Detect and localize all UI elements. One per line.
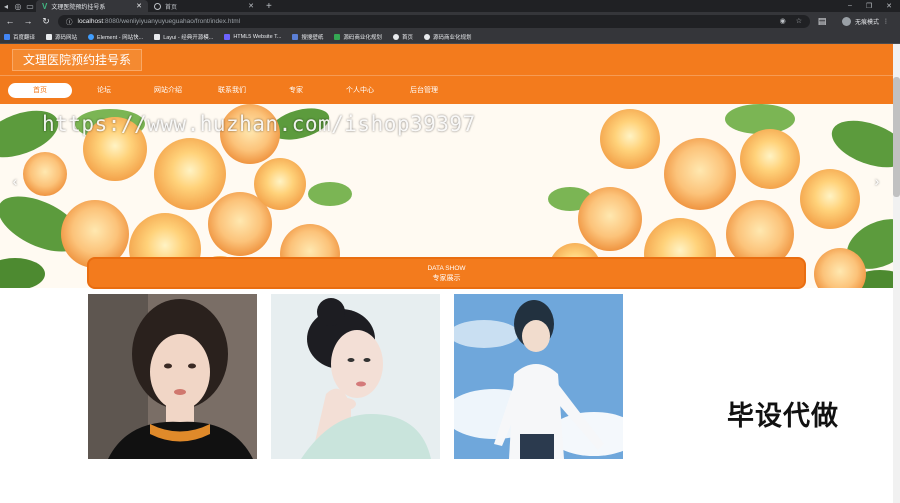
site-info-icon[interactable]: ⓘ xyxy=(66,16,73,26)
url-host: localhost xyxy=(77,17,104,25)
tab-home[interactable]: 首页 ✕ xyxy=(148,0,260,12)
browser-toolbar: ← → ↻ ⓘ localhost:8080/wenliyiyuanyuyueg… xyxy=(0,12,900,30)
browser-window-icon[interactable]: ▭ xyxy=(24,0,36,12)
tab-close-icon[interactable]: ✕ xyxy=(248,2,254,10)
wallpaper-icon xyxy=(292,33,299,40)
expert-photo xyxy=(454,294,623,459)
new-tab-button[interactable]: + xyxy=(260,1,278,12)
minimize-icon[interactable]: – xyxy=(848,2,852,10)
bookmark-item[interactable]: 首页 xyxy=(392,33,413,41)
vue-logo-icon: V xyxy=(42,1,48,11)
incognito-eye-icon[interactable]: ◉ xyxy=(780,17,786,25)
bookmark-icon xyxy=(4,33,10,40)
bookmark-item[interactable]: 源码网站 xyxy=(46,33,77,41)
tab-search-icon[interactable]: ◂ xyxy=(0,0,12,12)
bookmark-item[interactable]: HTML5 Website T... xyxy=(224,33,281,40)
bookmark-icon xyxy=(334,33,341,40)
tab-title: 文理医院预约挂号系 xyxy=(51,4,106,11)
forward-icon[interactable]: → xyxy=(22,16,34,26)
site-title: 文理医院预约挂号系 xyxy=(12,49,143,71)
layui-logo-icon xyxy=(154,33,161,40)
bookmark-item[interactable]: 源码商业化规划 xyxy=(334,33,382,41)
section-title-cn: 专家展示 xyxy=(432,275,461,282)
expert-photo xyxy=(88,294,257,459)
html5-icon xyxy=(224,33,231,40)
incognito-avatar-icon xyxy=(842,16,851,26)
nav-about[interactable]: 网站介绍 xyxy=(136,83,200,98)
bookmark-item[interactable]: 搜搜壁纸 xyxy=(292,33,323,41)
bookmark-item[interactable]: 源码商业化规划 xyxy=(423,33,471,41)
globe-icon xyxy=(154,2,161,10)
corner-stamp-text: 毕设代做 xyxy=(727,401,839,431)
profile-label: 无痕模式 xyxy=(855,19,880,26)
nav-home[interactable]: 首页 xyxy=(8,82,72,98)
section-heading: DATA SHOW 专家展示 xyxy=(87,257,806,289)
bookmarks-bar: 百度翻译 源码网站 Element - 网站快... Layui - 经典开源模… xyxy=(0,30,900,44)
expert-photo xyxy=(271,294,440,459)
back-icon[interactable]: ← xyxy=(4,16,16,26)
bookmark-icon xyxy=(46,33,53,40)
section-title-en: DATA SHOW xyxy=(427,265,466,272)
restore-icon[interactable]: ❐ xyxy=(866,2,872,10)
site-header: 文理医院预约挂号系 xyxy=(0,44,900,75)
menu-kebab-icon[interactable]: ⋮ xyxy=(883,18,889,25)
scrollbar-thumb[interactable] xyxy=(893,77,900,197)
nav-profile[interactable]: 个人中心 xyxy=(328,83,392,98)
globe-icon xyxy=(392,33,399,40)
nav-admin[interactable]: 后台管理 xyxy=(392,83,456,98)
profile-button[interactable]: 无痕模式 ⋮ xyxy=(842,16,889,26)
tab-title: 首页 xyxy=(165,4,178,11)
reload-icon[interactable]: ↻ xyxy=(40,16,52,27)
expert-card[interactable] xyxy=(454,294,623,459)
expert-card[interactable] xyxy=(88,294,257,459)
nav-forum[interactable]: 论坛 xyxy=(72,83,136,98)
browser-tab-strip: ◂ ◎ ▭ V 文理医院预约挂号系 ✕ 首页 ✕ + – ❐ ✕ xyxy=(0,0,900,12)
address-bar[interactable]: ⓘ localhost:8080/wenliyiyuanyuyueguahao/… xyxy=(58,14,810,28)
tab-close-icon[interactable]: ✕ xyxy=(136,2,142,10)
url-path: :8080/wenliyiyuanyuyueguahao/front/index… xyxy=(103,17,241,25)
tab-active[interactable]: V 文理医院预约挂号系 ✕ xyxy=(36,0,148,12)
nav-experts[interactable]: 专家 xyxy=(264,83,328,98)
main-nav: 首页 论坛 网站介绍 联系我们 专家 个人中心 后台管理 xyxy=(0,75,900,104)
bookmark-item[interactable]: 百度翻译 xyxy=(4,33,35,41)
bookmark-item[interactable]: Element - 网站快... xyxy=(88,33,143,41)
bookmark-item[interactable]: Layui - 经典开源模... xyxy=(154,33,213,41)
element-logo-icon xyxy=(88,33,95,40)
window-controls: – ❐ ✕ xyxy=(848,2,900,10)
reading-list-icon[interactable]: ▤ xyxy=(816,16,828,27)
bookmark-star-icon[interactable]: ☆ xyxy=(796,17,802,25)
carousel-prev-icon[interactable]: ‹ xyxy=(8,174,22,188)
close-window-icon[interactable]: ✕ xyxy=(886,2,892,10)
browser-globe-icon[interactable]: ◎ xyxy=(12,0,24,12)
expert-card[interactable] xyxy=(271,294,440,459)
carousel-next-icon[interactable]: › xyxy=(870,174,884,188)
nav-contact[interactable]: 联系我们 xyxy=(200,83,264,98)
expert-card-list xyxy=(88,294,623,459)
globe-icon xyxy=(423,33,430,40)
watermark-text: https://www.huzhan.com/ishop39397 xyxy=(42,112,476,136)
